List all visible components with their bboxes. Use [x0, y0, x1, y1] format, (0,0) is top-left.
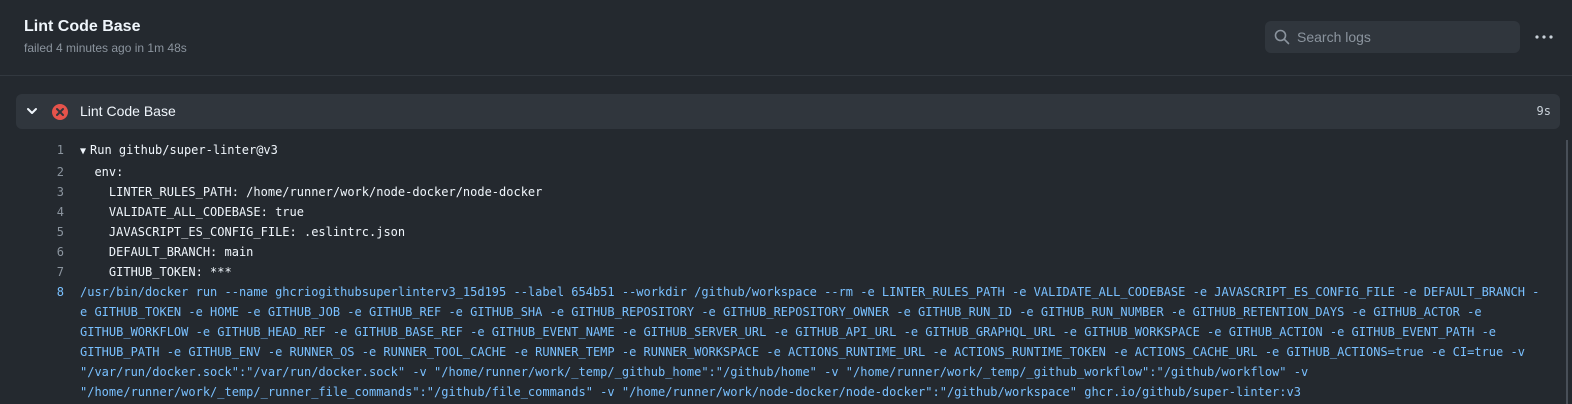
- job-title: Lint Code Base: [24, 18, 141, 35]
- line-number[interactable]: 1: [0, 140, 64, 160]
- line-number[interactable]: 7: [0, 262, 64, 282]
- log-line: 6 DEFAULT_BRANCH: main: [0, 242, 1566, 262]
- log-line-text: VALIDATE_ALL_CODEBASE: true: [80, 205, 304, 219]
- log-line: 5 JAVASCRIPT_ES_CONFIG_FILE: .eslintrc.j…: [0, 222, 1566, 242]
- line-number[interactable]: 2: [0, 162, 64, 182]
- job-status-summary: failed 4 minutes ago in 1m 48s: [24, 41, 187, 55]
- log-line: 3 LINTER_RULES_PATH: /home/runner/work/n…: [0, 182, 1566, 202]
- log-output: 1 ▼ Run github/super-linter@v3 2 env: 3 L…: [0, 140, 1566, 402]
- line-number[interactable]: 8: [0, 282, 64, 302]
- line-number[interactable]: 6: [0, 242, 64, 262]
- chevron-down-icon[interactable]: [25, 104, 39, 118]
- log-line-text: env:: [80, 165, 124, 179]
- log-scrollbar[interactable]: [1566, 140, 1568, 404]
- line-number[interactable]: 3: [0, 182, 64, 202]
- kebab-horizontal-icon: [1535, 35, 1553, 39]
- log-line-text: JAVASCRIPT_ES_CONFIG_FILE: .eslintrc.jso…: [80, 225, 406, 239]
- search-logs-box[interactable]: [1265, 21, 1520, 53]
- x-circle-fill-icon: [51, 103, 69, 121]
- line-number[interactable]: 4: [0, 202, 64, 222]
- caret-down-icon[interactable]: ▼: [80, 146, 86, 157]
- log-command-text: /usr/bin/docker run --name ghcriogithubs…: [80, 285, 1540, 399]
- log-line-text: GITHUB_TOKEN: ***: [80, 265, 232, 279]
- step-header[interactable]: Lint Code Base 9s: [16, 94, 1560, 129]
- more-options-button[interactable]: [1529, 27, 1559, 47]
- log-line-text: Run github/super-linter@v3: [90, 143, 278, 157]
- log-line-text: LINTER_RULES_PATH: /home/runner/work/nod…: [80, 185, 543, 199]
- job-header: Lint Code Base failed 4 minutes ago in 1…: [0, 0, 1572, 76]
- log-line-text: DEFAULT_BRANCH: main: [80, 245, 254, 259]
- log-line: 1 ▼ Run github/super-linter@v3: [0, 140, 1566, 162]
- log-line: 4 VALIDATE_ALL_CODEBASE: true: [0, 202, 1566, 222]
- line-number[interactable]: 5: [0, 222, 64, 242]
- log-line: 7 GITHUB_TOKEN: ***: [0, 262, 1566, 282]
- log-line-command: 8 /usr/bin/docker run --name ghcriogithu…: [0, 282, 1566, 402]
- step-title: Lint Code Base: [80, 103, 176, 119]
- search-logs-input[interactable]: [1297, 29, 1512, 45]
- log-line: 2 env:: [0, 162, 1566, 182]
- search-icon: [1274, 29, 1290, 45]
- step-duration: 9s: [1536, 104, 1551, 118]
